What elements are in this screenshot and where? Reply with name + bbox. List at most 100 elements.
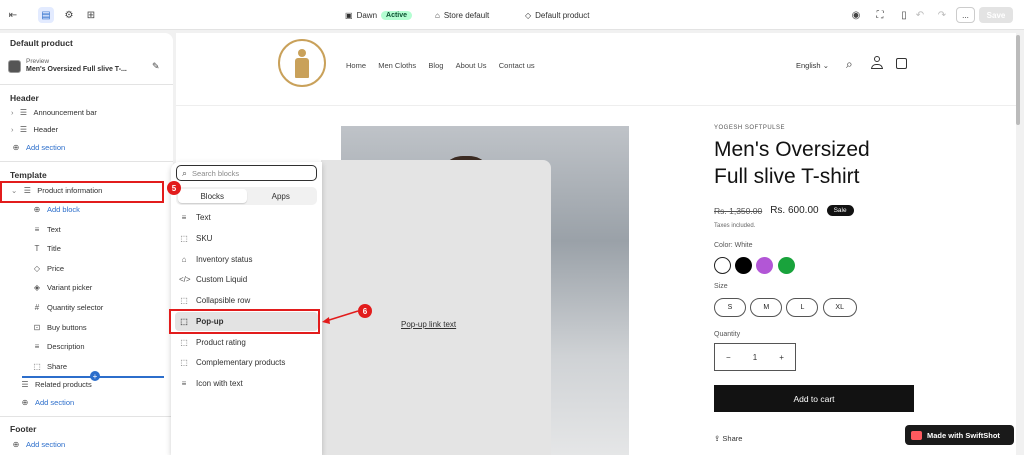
more-button[interactable]: ... bbox=[956, 7, 975, 23]
qty-plus-button[interactable]: + bbox=[779, 353, 784, 362]
picker-item-sku[interactable]: ⬚ SKU bbox=[175, 229, 318, 248]
theme-selector[interactable]: ▣ Dawn Active bbox=[345, 0, 413, 30]
popup-link-text[interactable]: Pop-up link text bbox=[401, 320, 456, 329]
preview-product[interactable]: Men's Oversized Full slive T-... bbox=[26, 66, 127, 73]
text-icon: ≡ bbox=[181, 379, 187, 388]
header-heading: Header bbox=[10, 93, 39, 103]
add-to-cart-button[interactable]: Add to cart bbox=[714, 385, 914, 412]
add-block-link[interactable]: ⊕ Add block bbox=[32, 205, 80, 214]
header-divider bbox=[176, 105, 1016, 106]
swatch-green[interactable] bbox=[777, 257, 795, 274]
color-label: Color: White bbox=[714, 242, 753, 249]
template-heading: Template bbox=[10, 170, 47, 180]
block-item-share[interactable]: ⬚ Share bbox=[32, 362, 67, 371]
edit-pencil-icon[interactable]: ✎ bbox=[152, 61, 160, 72]
block-item-description[interactable]: ≡ Description bbox=[32, 342, 85, 351]
save-button[interactable]: Save bbox=[979, 7, 1013, 23]
add-section-header[interactable]: ⊕ Add section bbox=[11, 143, 66, 152]
active-badge: Active bbox=[381, 10, 413, 20]
sidebar-item-related-products[interactable]: ☰ Related products bbox=[20, 380, 91, 389]
sidebar-item-header[interactable]: › ☰ Header bbox=[11, 125, 58, 134]
picker-item-collapsible-row[interactable]: ⬚ Collapsible row bbox=[175, 291, 318, 310]
callout-arrow bbox=[322, 310, 359, 324]
block-item-buy-buttons[interactable]: ⊡ Buy buttons bbox=[32, 323, 87, 332]
theme-settings-gear-icon[interactable]: ⚙ bbox=[61, 7, 77, 23]
picker-item-custom-liquid[interactable]: </> Custom Liquid bbox=[175, 270, 318, 289]
store-logo[interactable] bbox=[278, 39, 326, 87]
share-button[interactable]: ⇪ Share bbox=[714, 434, 742, 443]
color-swatches bbox=[714, 257, 797, 276]
block-icon: ⬚ bbox=[180, 358, 188, 367]
tab-blocks[interactable]: Blocks bbox=[178, 189, 247, 203]
theme-icon: ▣ bbox=[345, 10, 353, 20]
size-xl[interactable]: XL bbox=[822, 298, 857, 317]
quantity-stepper[interactable]: − 1 + bbox=[714, 343, 796, 371]
app-embeds-icon[interactable]: ⊞ bbox=[83, 7, 99, 23]
search-icon: ⌕ bbox=[182, 167, 188, 178]
sale-price: Rs. 600.00 bbox=[770, 205, 819, 216]
store-label: Store default bbox=[443, 10, 490, 20]
qty-value[interactable]: 1 bbox=[753, 353, 757, 362]
cart-icon[interactable] bbox=[896, 58, 907, 69]
size-options: S M L XL bbox=[714, 298, 859, 317]
nav-blog[interactable]: Blog bbox=[428, 61, 443, 70]
title-icon: T bbox=[34, 244, 40, 253]
sidebar-item-announcement-bar[interactable]: › ☰ Announcement bar bbox=[11, 108, 97, 117]
size-label: Size bbox=[714, 283, 728, 290]
template-selector[interactable]: ◇ Default product bbox=[525, 0, 589, 30]
nav-home[interactable]: Home bbox=[346, 61, 366, 70]
nav-contact-us[interactable]: Contact us bbox=[499, 61, 535, 70]
search-blocks-input[interactable]: ⌕ Search blocks bbox=[176, 165, 317, 181]
store-nav: Home Men Cloths Blog About Us Contact us bbox=[346, 61, 545, 70]
quantity-label: Quantity bbox=[714, 331, 741, 338]
plus-circle-icon: ⊕ bbox=[21, 398, 29, 407]
section-icon: ☰ bbox=[19, 125, 28, 134]
hash-icon: # bbox=[34, 303, 40, 312]
language-selector[interactable]: English ⌄ bbox=[796, 61, 829, 70]
sections-sidebar: Default product Preview Men's Oversized … bbox=[0, 33, 173, 455]
swatch-black[interactable] bbox=[735, 257, 753, 274]
block-item-quantity-selector[interactable]: # Quantity selector bbox=[32, 303, 104, 312]
tab-apps[interactable]: Apps bbox=[247, 189, 316, 203]
price-row: Rs. 1,350.00 Rs. 600.00 Sale bbox=[714, 205, 854, 216]
search-icon[interactable]: ⌕ bbox=[846, 57, 853, 72]
template-label: Default product bbox=[535, 10, 590, 20]
size-l[interactable]: L bbox=[786, 298, 819, 317]
block-icon: ⬚ bbox=[180, 338, 188, 347]
block-item-title[interactable]: T Title bbox=[32, 244, 61, 253]
block-item-price[interactable]: ◇ Price bbox=[32, 264, 64, 273]
redo-icon[interactable]: ↷ bbox=[934, 7, 950, 23]
nav-about-us[interactable]: About Us bbox=[456, 61, 487, 70]
undo-icon[interactable]: ↶ bbox=[912, 7, 928, 23]
picker-item-icon-with-text[interactable]: ≡ Icon with text bbox=[175, 374, 318, 393]
sale-badge: Sale bbox=[826, 205, 854, 216]
swatch-purple[interactable] bbox=[756, 257, 774, 274]
desktop-view-icon[interactable]: ⛶ bbox=[872, 7, 888, 23]
cart-icon: ⊡ bbox=[33, 323, 41, 332]
picker-item-product-rating[interactable]: ⬚ Product rating bbox=[175, 333, 318, 352]
picker-item-complementary-products[interactable]: ⬚ Complementary products bbox=[175, 353, 318, 372]
add-section-template[interactable]: ⊕ Add section bbox=[20, 398, 75, 407]
size-m[interactable]: M bbox=[750, 298, 783, 317]
qty-minus-button[interactable]: − bbox=[726, 353, 731, 362]
swatch-white[interactable] bbox=[714, 257, 731, 274]
exit-icon[interactable]: ⇤ bbox=[5, 7, 21, 23]
block-item-variant-picker[interactable]: ◈ Variant picker bbox=[32, 283, 92, 292]
block-icon: ⬚ bbox=[180, 234, 188, 243]
nav-men-cloths[interactable]: Men Cloths bbox=[378, 61, 416, 70]
block-item-text[interactable]: ≡ Text bbox=[32, 225, 61, 234]
section-icon: ☰ bbox=[21, 380, 29, 389]
scrollbar[interactable] bbox=[1016, 35, 1020, 125]
size-s[interactable]: S bbox=[714, 298, 746, 317]
picker-item-inventory-status[interactable]: ⌂ Inventory status bbox=[175, 250, 318, 269]
text-icon: ≡ bbox=[34, 342, 40, 351]
picker-item-text[interactable]: ≡ Text bbox=[175, 208, 318, 227]
account-icon[interactable] bbox=[871, 56, 883, 70]
inspector-icon[interactable]: ◉ bbox=[848, 7, 864, 23]
store-selector[interactable]: ⌂ Store default bbox=[435, 0, 489, 30]
sections-icon[interactable]: ▤ bbox=[38, 7, 54, 23]
mobile-view-icon[interactable]: ▯ bbox=[896, 7, 912, 23]
footer-heading: Footer bbox=[10, 424, 37, 434]
swiftshot-watermark: Made with SwiftShot bbox=[905, 425, 1014, 445]
add-section-footer[interactable]: ⊕ Add section bbox=[11, 440, 66, 449]
